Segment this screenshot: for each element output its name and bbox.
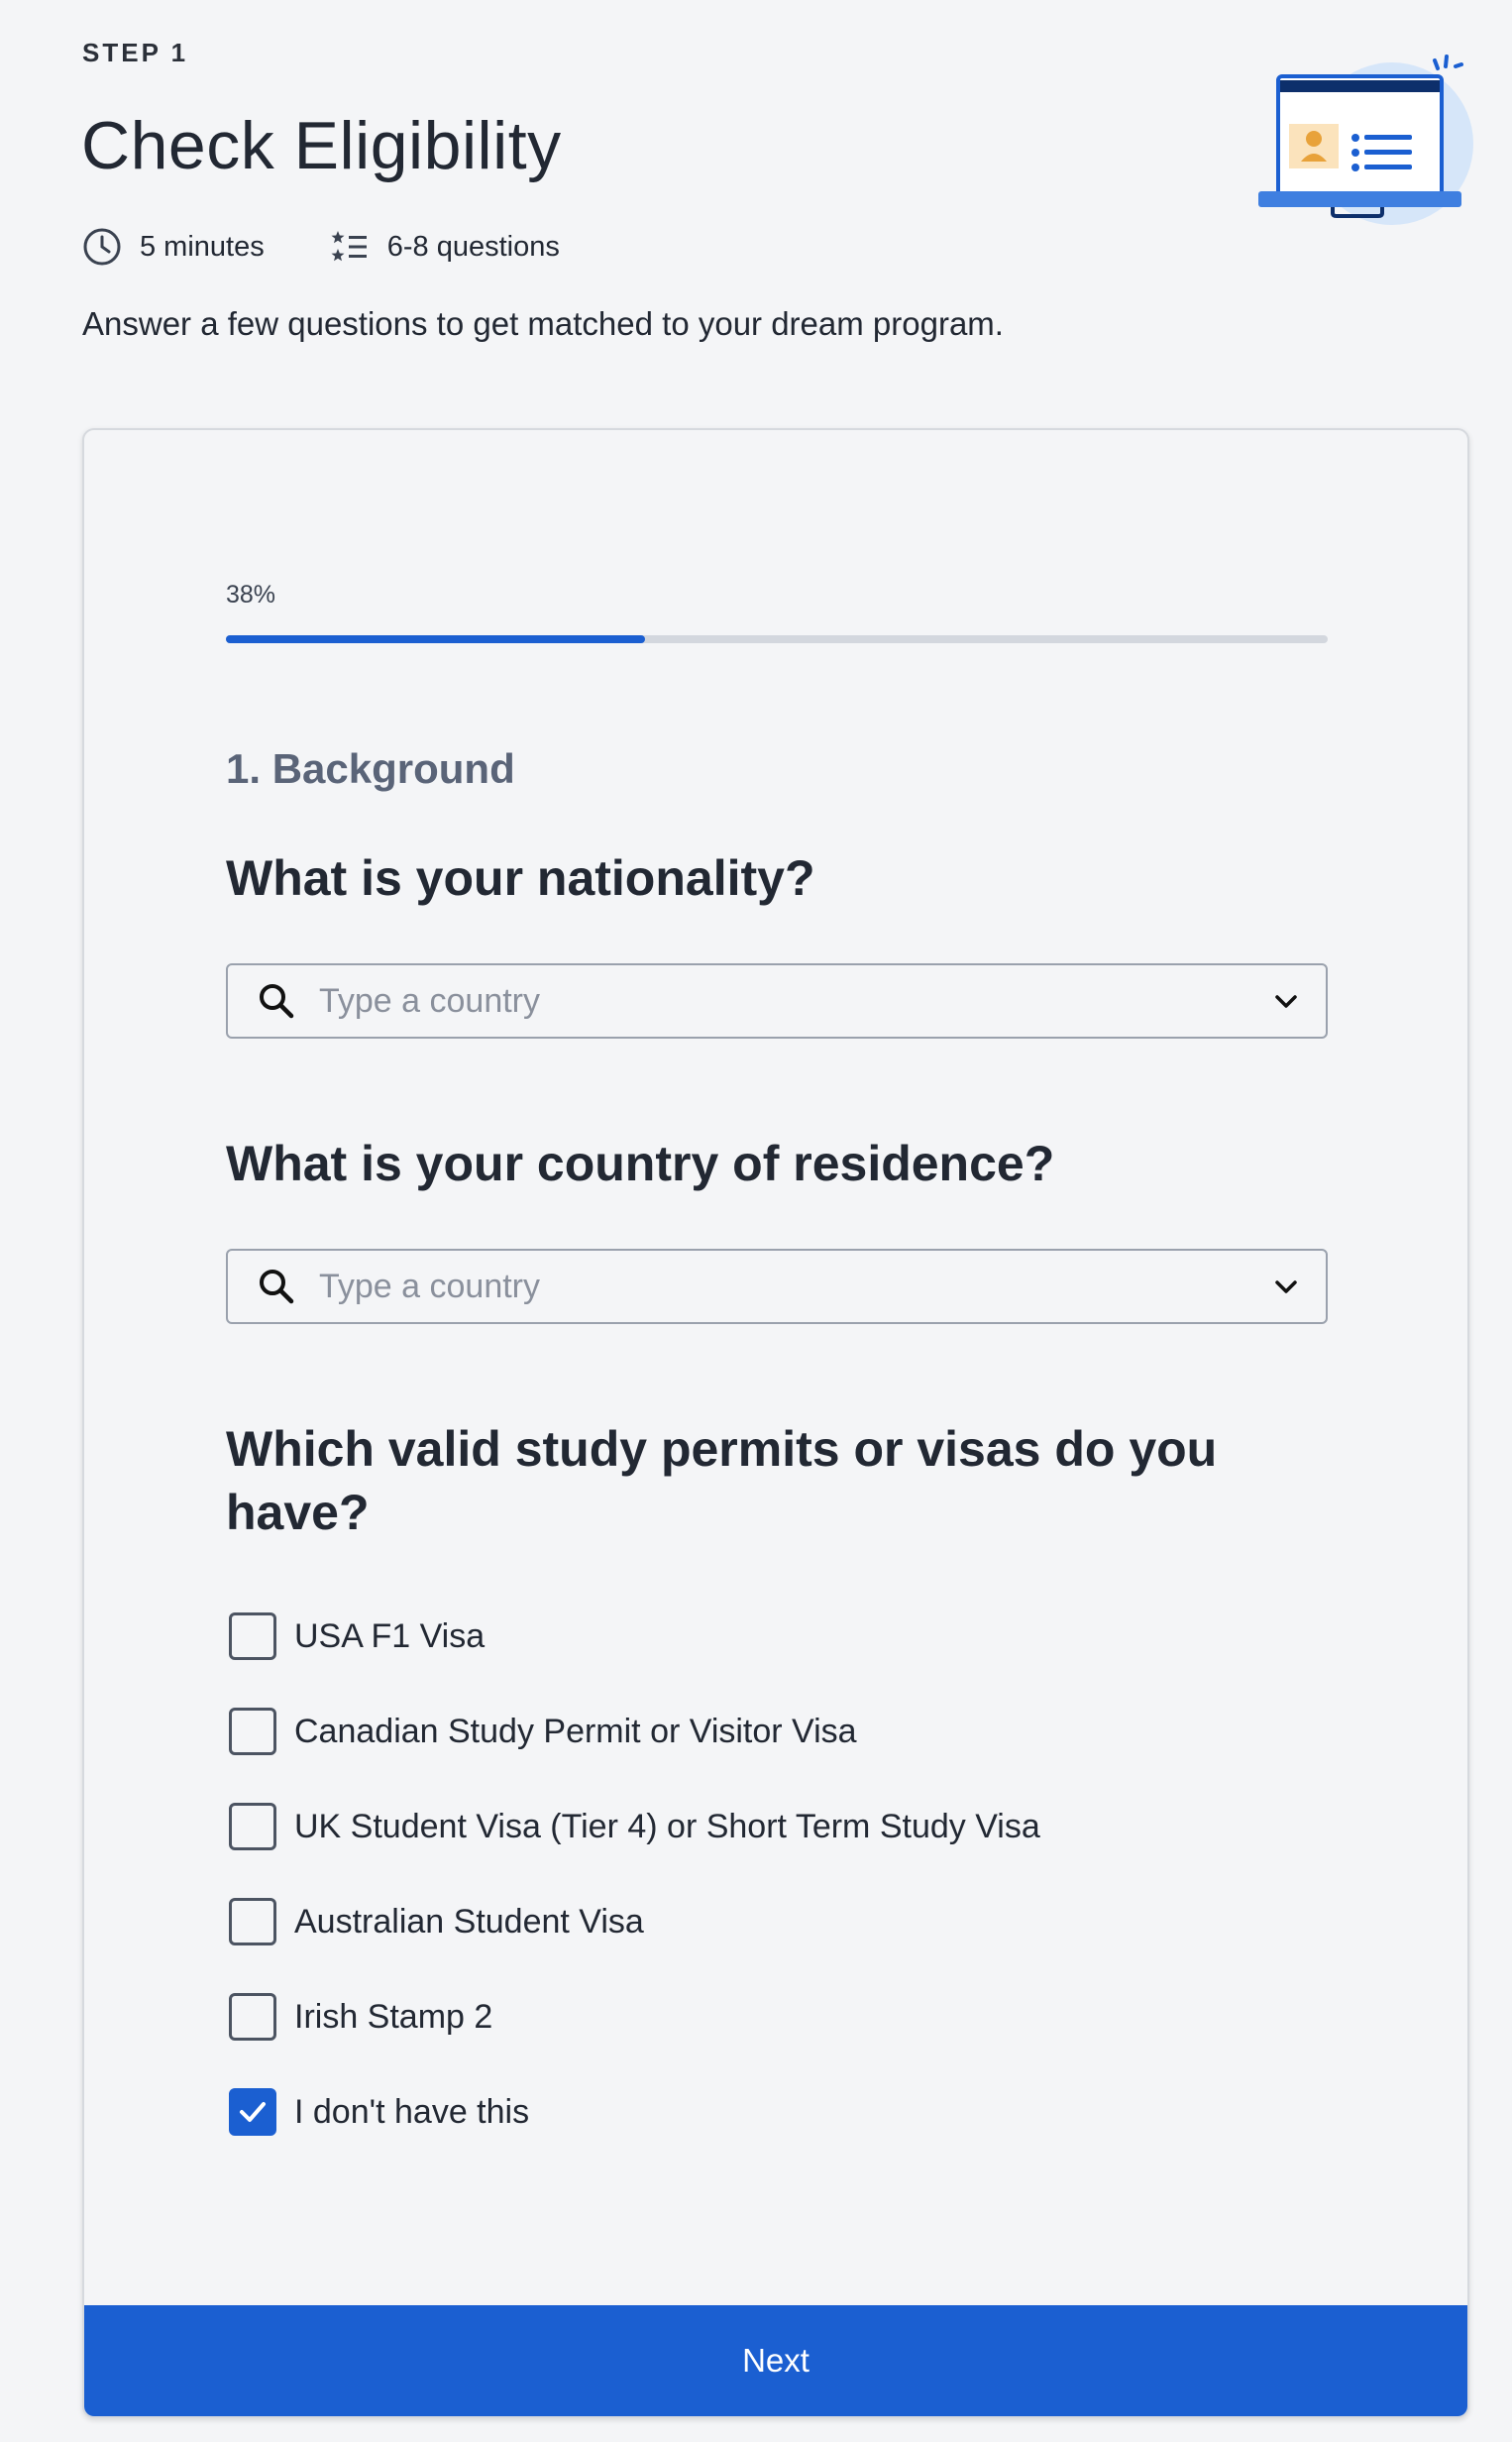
question-permits: Which valid study permits or visas do yo…	[226, 1421, 1218, 1540]
next-button[interactable]: Next	[84, 2305, 1467, 2416]
permit-option[interactable]: UK Student Visa (Tier 4) or Short Term S…	[229, 1802, 1319, 1851]
option-label: I don't have this	[294, 2092, 530, 2131]
progress-fill	[226, 635, 645, 643]
permit-option[interactable]: Canadian Study Permit or Visitor Visa	[229, 1707, 1319, 1756]
page-title: Check Eligibility	[81, 108, 562, 183]
progress-label: 38%	[226, 581, 276, 609]
chevron-down-icon[interactable]	[1272, 1273, 1300, 1300]
checkmark-icon	[240, 2102, 266, 2122]
eligibility-form-card: 38% 1. Background What is your nationali…	[82, 428, 1469, 2418]
residence-input[interactable]	[319, 1267, 1272, 1306]
page-subtitle: Answer a few questions to get matched to…	[82, 305, 1004, 342]
checkbox[interactable]	[229, 1898, 276, 1945]
permit-option[interactable]: I don't have this	[229, 2087, 1319, 2137]
question-residence: What is your country of residence?	[226, 1136, 1055, 1191]
nationality-input[interactable]	[319, 981, 1272, 1021]
clock-icon	[83, 228, 121, 266]
checkbox[interactable]	[229, 1803, 276, 1850]
laptop-profile-list-illustration	[1258, 55, 1473, 225]
option-label: Australian Student Visa	[294, 1902, 644, 1941]
residence-select[interactable]	[226, 1249, 1328, 1324]
option-label: Canadian Study Permit or Visitor Visa	[294, 1712, 857, 1750]
duration-meta: 5 minutes	[82, 227, 265, 267]
checkbox[interactable]	[229, 1993, 276, 2041]
section-title: 1. Background	[226, 745, 515, 792]
search-icon	[260, 1270, 294, 1304]
permit-option[interactable]: Australian Student Visa	[229, 1897, 1319, 1946]
permit-option[interactable]: USA F1 Visa	[229, 1611, 1319, 1661]
meta-row: 5 minutes 6-8 questions	[82, 226, 560, 268]
permit-options: USA F1 Visa Canadian Study Permit or Vis…	[229, 1611, 1319, 2182]
chevron-down-icon[interactable]	[1272, 987, 1300, 1015]
nationality-select[interactable]	[226, 963, 1328, 1039]
checkbox[interactable]	[229, 1612, 276, 1660]
step-label: STEP 1	[82, 38, 189, 67]
progress-bar	[226, 635, 1328, 643]
questions-meta: 6-8 questions	[330, 227, 560, 267]
questions-count-text: 6-8 questions	[386, 230, 560, 263]
duration-text: 5 minutes	[140, 230, 265, 263]
option-label: Irish Stamp 2	[294, 1997, 493, 2036]
eligibility-page: STEP 1 Check Eligibility 5 minutes 6-8 q…	[0, 0, 1512, 2442]
search-icon	[260, 984, 294, 1019]
checkbox[interactable]	[229, 2088, 276, 2136]
question-nationality: What is your nationality?	[226, 850, 815, 906]
option-label: UK Student Visa (Tier 4) or Short Term S…	[294, 1807, 1040, 1845]
checkbox[interactable]	[229, 1708, 276, 1755]
permit-option[interactable]: Irish Stamp 2	[229, 1992, 1319, 2042]
option-label: USA F1 Visa	[294, 1616, 486, 1655]
star-list-icon	[331, 231, 367, 262]
